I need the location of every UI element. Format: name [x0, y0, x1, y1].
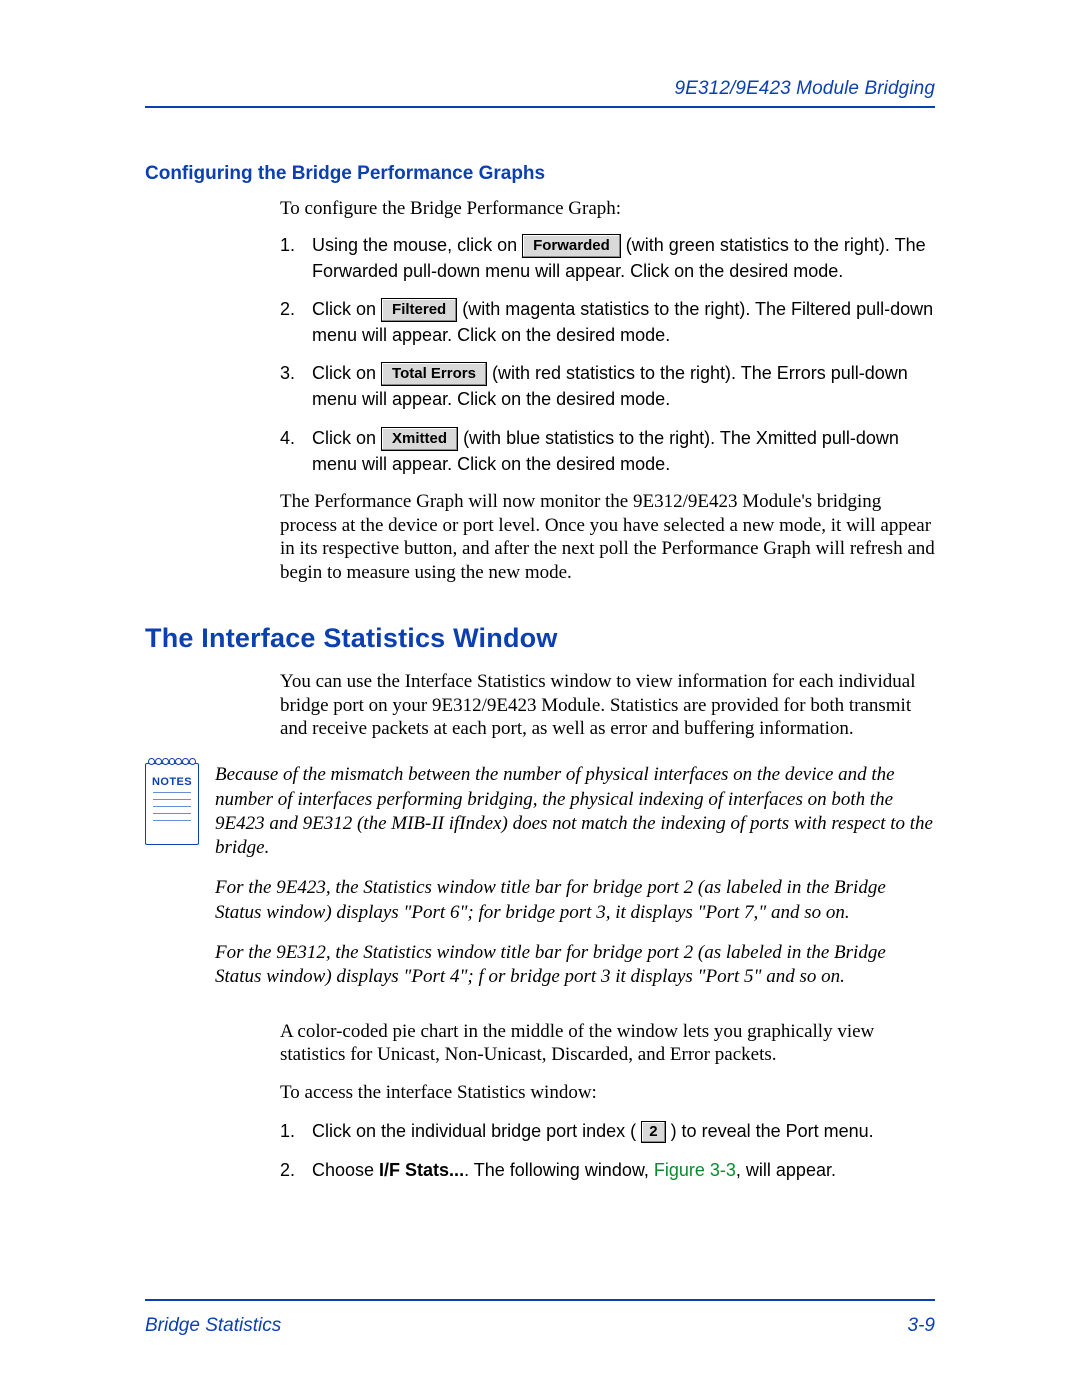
footer-page-number: 3-9: [908, 1315, 935, 1337]
total-errors-button[interactable]: Total Errors: [381, 362, 487, 386]
config-intro: To configure the Bridge Performance Grap…: [280, 197, 935, 221]
forwarded-button[interactable]: Forwarded: [522, 234, 621, 258]
port-index-button[interactable]: 2: [641, 1121, 665, 1143]
access-steps: 1. Click on the individual bridge port i…: [280, 1119, 935, 1182]
step-number: 1.: [280, 233, 295, 257]
footer-rule: [145, 1299, 935, 1301]
note-paragraph: Because of the mismatch between the numb…: [215, 763, 935, 860]
notes-label: NOTES: [146, 776, 198, 788]
notes-icon: NOTES: [145, 763, 201, 845]
xmitted-button[interactable]: Xmitted: [381, 427, 458, 451]
step-item: 3. Click on Total Errors (with red stati…: [280, 361, 935, 411]
header-rule: [145, 106, 935, 108]
step-item: 1. Click on the individual bridge port i…: [280, 1119, 935, 1144]
menu-item-if-stats: I/F Stats...: [379, 1160, 464, 1180]
step-number: 1.: [280, 1119, 295, 1143]
step-text-post: , will appear.: [736, 1160, 836, 1180]
step-text-pre: Click on: [312, 428, 381, 448]
notes-block: NOTES Because of the mismatch between th…: [145, 763, 935, 1006]
step-item: 2. Click on Filtered (with magenta stati…: [280, 297, 935, 347]
running-header: 9E312/9E423 Module Bridging: [145, 78, 935, 100]
filtered-button[interactable]: Filtered: [381, 298, 457, 322]
step-text-pre: Click on: [312, 299, 381, 319]
step-number: 4.: [280, 426, 295, 450]
note-paragraph: For the 9E423, the Statistics window tit…: [215, 876, 935, 925]
figure-link[interactable]: Figure 3-3: [654, 1160, 736, 1180]
heading-configuring: Configuring the Bridge Performance Graph…: [145, 163, 935, 185]
config-follow: The Performance Graph will now monitor t…: [280, 490, 935, 585]
access-intro: To access the interface Statistics windo…: [280, 1081, 935, 1105]
step-number: 2.: [280, 297, 295, 321]
step-text-pre: Click on the individual bridge port inde…: [312, 1121, 636, 1141]
step-text-pre: Choose: [312, 1160, 379, 1180]
step-text-mid: . The following window,: [464, 1160, 654, 1180]
config-steps: 1. Using the mouse, click on Forwarded (…: [280, 233, 935, 476]
step-item: 1. Using the mouse, click on Forwarded (…: [280, 233, 935, 283]
step-number: 2.: [280, 1158, 295, 1182]
step-number: 3.: [280, 361, 295, 385]
ifstats-intro: You can use the Interface Statistics win…: [280, 670, 935, 741]
heading-interface-stats: The Interface Statistics Window: [145, 623, 935, 654]
note-paragraph: For the 9E312, the Statistics window tit…: [215, 941, 935, 990]
footer-left: Bridge Statistics: [145, 1315, 281, 1337]
step-item: 2. Choose I/F Stats.... The following wi…: [280, 1158, 935, 1182]
step-item: 4. Click on Xmitted (with blue statistic…: [280, 426, 935, 476]
pie-chart-text: A color-coded pie chart in the middle of…: [280, 1020, 935, 1068]
step-text-pre: Click on: [312, 363, 381, 383]
step-text-pre: Using the mouse, click on: [312, 235, 522, 255]
notes-text: Because of the mismatch between the numb…: [215, 763, 935, 1006]
step-text-post: ) to reveal the Port menu.: [671, 1121, 874, 1141]
